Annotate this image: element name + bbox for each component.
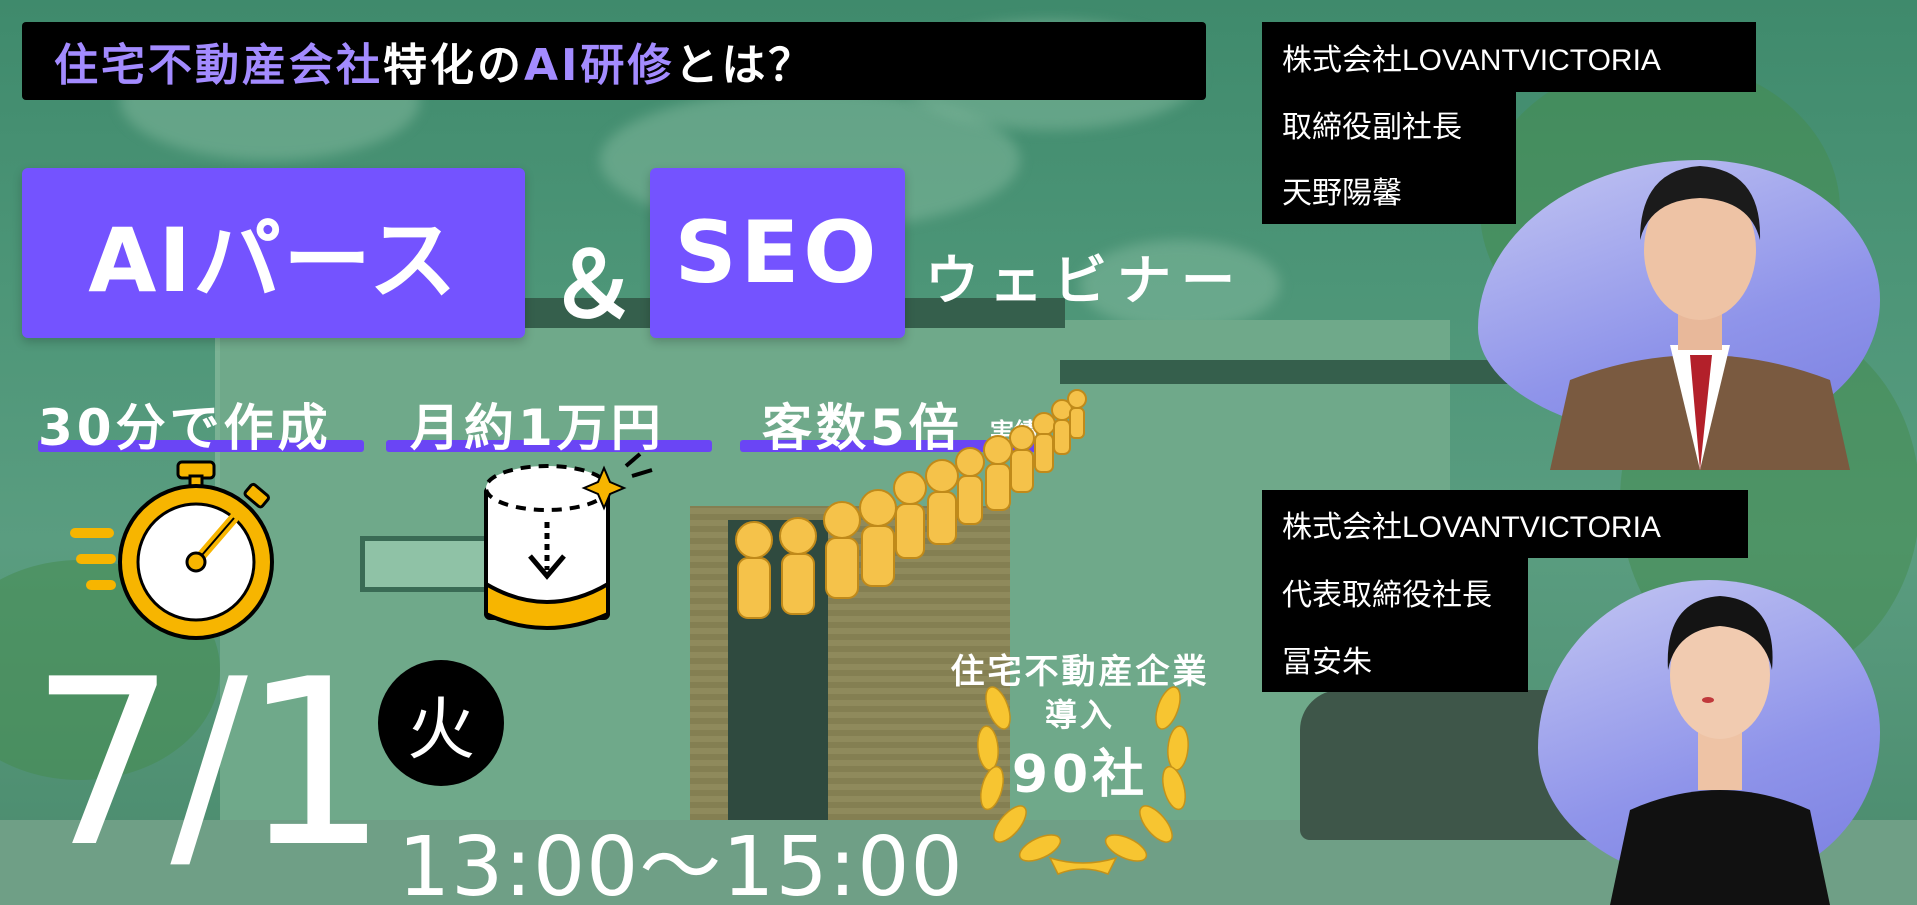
speaker-1-role: 取締役副社長 xyxy=(1262,92,1516,156)
ampersand: ＆ xyxy=(548,233,638,338)
ai-pers-title: AIパース xyxy=(22,168,525,338)
badge-line-3: 90社 xyxy=(1011,745,1149,805)
crowd-queue-icon xyxy=(735,389,1087,619)
top-banner: 住宅不動産会社 特化の AI研修 とは？ xyxy=(22,22,1206,100)
webinar-banner: 住宅不動産会社 特化の AI研修 とは？ AIパース ＆ SEO ウェビナー 3… xyxy=(0,0,1917,905)
banner-text-3: AI研修 xyxy=(524,40,675,91)
badge-line-2: 導入 xyxy=(1044,696,1115,734)
speaker-2-role: 代表取締役社長 xyxy=(1262,558,1528,626)
cylinder-download-icon xyxy=(484,452,653,630)
speaker-2-photo xyxy=(1610,596,1830,905)
stopwatch-icon xyxy=(70,460,274,640)
banner-text-1: 住宅不動産会社 xyxy=(54,40,383,91)
event-weekday: 火 xyxy=(378,660,504,786)
badge-line-1: 住宅不動産企業 xyxy=(950,652,1210,692)
feature-cost: 月約1万円 xyxy=(410,399,665,457)
speaker-1-company: 株式会社LOVANTVICTORIA xyxy=(1262,22,1756,92)
feature-time: 30分で作成 xyxy=(38,399,332,457)
banner-text-2: 特化の xyxy=(383,40,524,91)
speaker-2-company: 株式会社LOVANTVICTORIA xyxy=(1262,490,1748,558)
seo-title: SEO xyxy=(650,168,905,338)
speaker-1-name: 天野陽馨 xyxy=(1262,156,1516,224)
event-date: 7/1 xyxy=(30,631,388,898)
house-roof-right xyxy=(1060,360,1520,384)
banner-text-4: とは？ xyxy=(674,40,816,91)
speaker-1-photo xyxy=(1550,166,1850,470)
speaker-2-name: 冨安朱 xyxy=(1262,626,1528,692)
event-time: 13:00〜15:00 xyxy=(398,820,964,905)
webinar-label: ウェビナー xyxy=(925,249,1245,312)
